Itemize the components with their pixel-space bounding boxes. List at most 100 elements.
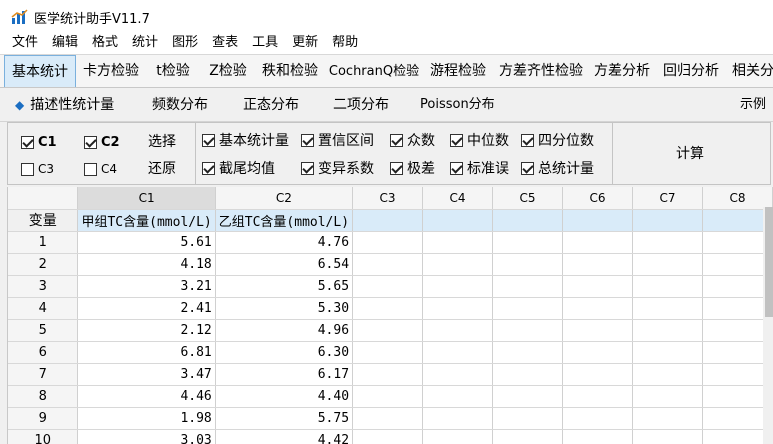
row-number-cell[interactable]: 6 [8,341,79,364]
data-cell-c5[interactable] [492,297,563,320]
data-cell-c4[interactable] [422,429,494,444]
row-number-cell[interactable]: 3 [8,275,79,298]
data-cell-c2[interactable]: 4.76 [215,231,354,254]
example-link[interactable]: 示例 [740,88,766,122]
data-cell-c8[interactable] [702,231,773,254]
data-cell-c7[interactable] [632,363,703,386]
restore-button[interactable]: 还原 [148,159,176,179]
data-cell-c8[interactable] [702,297,773,320]
data-cell-c1[interactable]: 3.47 [77,363,216,386]
data-cell-c6[interactable] [562,231,633,254]
column-header-c2[interactable]: C2 [215,187,354,210]
data-cell-c2[interactable]: 4.40 [215,385,354,408]
data-cell-c1[interactable]: 2.12 [77,319,216,342]
row-number-cell[interactable]: 2 [8,253,79,276]
column-header-c7[interactable]: C7 [632,187,703,210]
tab-anova[interactable]: 方差分析 [590,55,654,87]
data-cell-c7[interactable] [632,407,703,430]
row-number-cell[interactable]: 5 [8,319,79,342]
column-header-c8[interactable]: C8 [702,187,773,210]
row-number-cell[interactable]: 8 [8,385,79,408]
data-cell-c1[interactable]: 4.18 [77,253,216,276]
checkbox-quartiles[interactable]: 四分位数 [521,130,594,150]
data-cell-c2[interactable]: 5.30 [215,297,354,320]
checkbox-total-statistics[interactable]: 总统计量 [521,158,594,178]
data-cell-c1[interactable]: 4.46 [77,385,216,408]
data-cell-c2[interactable]: 6.54 [215,253,354,276]
data-cell-c7[interactable] [632,385,703,408]
tab-rank-sum-test[interactable]: 秩和检验 [256,55,324,87]
data-cell-c5[interactable] [492,275,563,298]
data-cell-c4[interactable] [422,297,494,320]
data-cell-c4[interactable] [422,341,494,364]
data-cell-c6[interactable] [562,385,633,408]
row-number-cell[interactable]: 7 [8,363,79,386]
tab-runs-test[interactable]: 游程检验 [424,55,492,87]
menu-tables[interactable]: 查表 [205,32,245,54]
menu-file[interactable]: 文件 [5,32,45,54]
row-number-cell[interactable]: 10 [8,429,79,444]
data-cell-c4[interactable] [422,363,494,386]
column-header-c5[interactable]: C5 [492,187,563,210]
subtab-poisson-distribution[interactable]: Poisson分布 [420,88,495,122]
data-cell-c3[interactable] [352,231,424,254]
subtab-binomial-distribution[interactable]: 二项分布 [333,88,389,122]
variable-label-cell[interactable] [492,209,563,232]
data-cell-c8[interactable] [702,363,773,386]
data-cell-c6[interactable] [562,429,633,444]
row-number-cell[interactable]: 9 [8,407,79,430]
data-cell-c3[interactable] [352,407,424,430]
data-cell-c7[interactable] [632,231,703,254]
checkbox-range[interactable]: 极差 [390,158,435,178]
variable-label-cell[interactable] [632,209,703,232]
data-cell-c7[interactable] [632,297,703,320]
tab-t-test[interactable]: t检验 [148,55,198,87]
menu-edit[interactable]: 编辑 [45,32,85,54]
variable-label-cell[interactable] [422,209,494,232]
subtab-descriptive-statistics[interactable]: ◆ 描述性统计量 [15,88,114,122]
checkbox-median[interactable]: 中位数 [450,130,509,150]
data-cell-c2[interactable]: 6.30 [215,341,354,364]
data-cell-c4[interactable] [422,253,494,276]
data-cell-c7[interactable] [632,429,703,444]
tab-chi-square[interactable]: 卡方检验 [78,55,144,87]
checkbox-coefficient-of-variation[interactable]: 变异系数 [301,158,374,178]
checkbox-trimmed-mean[interactable]: 截尾均值 [202,158,275,178]
data-cell-c6[interactable] [562,297,633,320]
select-button[interactable]: 选择 [148,132,176,152]
tab-z-test[interactable]: Z检验 [202,55,254,87]
checkbox-basic-statistics[interactable]: 基本统计量 [202,130,289,150]
data-cell-c1[interactable]: 5.61 [77,231,216,254]
menu-update[interactable]: 更新 [285,32,325,54]
data-cell-c4[interactable] [422,319,494,342]
data-cell-c6[interactable] [562,253,633,276]
data-cell-c3[interactable] [352,275,424,298]
data-cell-c5[interactable] [492,231,563,254]
data-cell-c4[interactable] [422,385,494,408]
menu-help[interactable]: 帮助 [325,32,365,54]
data-cell-c2[interactable]: 4.96 [215,319,354,342]
data-cell-c3[interactable] [352,363,424,386]
menu-tools[interactable]: 工具 [245,32,285,54]
data-cell-c8[interactable] [702,429,773,444]
data-cell-c1[interactable]: 3.21 [77,275,216,298]
data-cell-c1[interactable]: 3.03 [77,429,216,444]
variable-label-cell[interactable]: 甲组TC含量(mmol/L) [77,209,216,232]
tab-basic-statistics[interactable]: 基本统计 [4,55,76,87]
column-header-c4[interactable]: C4 [422,187,494,210]
data-cell-c3[interactable] [352,253,424,276]
tab-cochran-q-test[interactable]: CochranQ检验 [326,55,422,87]
data-cell-c3[interactable] [352,385,424,408]
data-cell-c7[interactable] [632,253,703,276]
data-cell-c5[interactable] [492,407,563,430]
checkbox-c1[interactable]: C1 [21,132,57,152]
variable-label-cell[interactable] [562,209,633,232]
tab-variance-homogeneity[interactable]: 方差齐性检验 [494,55,588,87]
data-cell-c5[interactable] [492,429,563,444]
checkbox-c3[interactable]: C3 [21,159,54,179]
data-cell-c5[interactable] [492,363,563,386]
data-cell-c1[interactable]: 6.81 [77,341,216,364]
tab-regression[interactable]: 回归分析 [658,55,724,87]
data-cell-c6[interactable] [562,363,633,386]
column-header-c1[interactable]: C1 [77,187,216,210]
